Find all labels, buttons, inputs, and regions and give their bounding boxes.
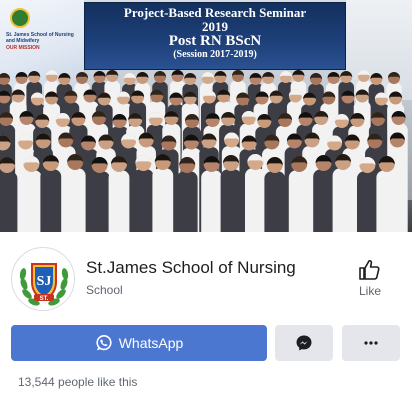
likes-count[interactable]: 13,544 people like this	[18, 375, 137, 389]
crowd-person-body	[264, 171, 286, 232]
crowd-person-body	[313, 169, 334, 232]
whatsapp-label: WhatsApp	[118, 335, 184, 351]
facebook-page-card: St. James School of Nursing and Midwifer…	[0, 0, 412, 400]
like-label: Like	[358, 284, 381, 298]
more-options-button[interactable]	[342, 325, 400, 361]
crowd-person-body	[245, 168, 266, 232]
page-header: SJ ST. St.James School of Nursing School…	[0, 232, 412, 322]
crowd-person-body	[220, 169, 242, 232]
svg-text:ST.: ST.	[40, 296, 49, 302]
crowd-person-body	[133, 169, 154, 232]
whatsapp-button[interactable]: WhatsApp	[11, 325, 267, 361]
page-title[interactable]: St.James School of Nursing	[86, 258, 296, 278]
school-logo-icon: SJ ST.	[13, 249, 74, 310]
crowd-person-body	[376, 170, 398, 232]
whatsapp-icon	[96, 335, 112, 351]
messenger-button[interactable]	[275, 325, 333, 361]
crowd-person-body	[152, 168, 174, 232]
messenger-icon	[296, 335, 312, 351]
svg-text:SJ: SJ	[37, 274, 52, 289]
crowd-person-body	[0, 171, 18, 232]
crowd-person-body	[40, 169, 62, 232]
crowd-person-body	[357, 171, 378, 232]
crowd-person-body	[176, 171, 198, 232]
like-button[interactable]: Like	[350, 258, 390, 306]
crowd-person-body	[332, 168, 354, 232]
crowd-person-body	[288, 170, 310, 232]
crowd-person-body	[64, 168, 86, 232]
page-category[interactable]: School	[86, 283, 123, 297]
group-photo-crowd	[0, 70, 412, 232]
thumbs-up-icon	[359, 260, 380, 280]
crowd-person-body	[21, 170, 42, 232]
cover-photo[interactable]: St. James School of Nursing and Midwifer…	[0, 0, 412, 232]
more-dots-icon	[364, 341, 378, 345]
crowd-person-body	[89, 171, 110, 232]
crowd-person-body	[108, 170, 130, 232]
page-avatar[interactable]: SJ ST.	[11, 247, 75, 311]
crowd-person-body	[201, 170, 222, 232]
